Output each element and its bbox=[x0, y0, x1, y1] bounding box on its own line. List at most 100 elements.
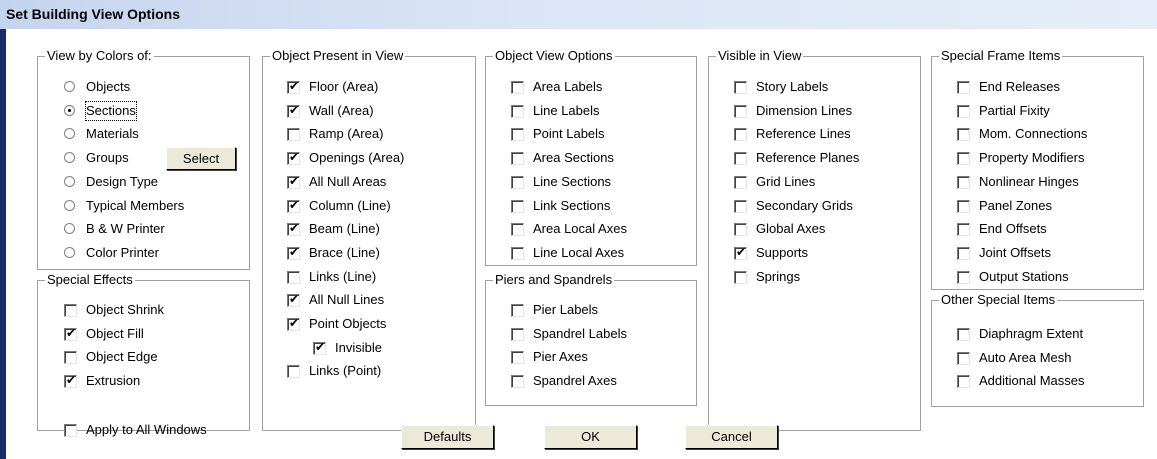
checkbox-box[interactable] bbox=[64, 304, 77, 317]
checkbox-box[interactable] bbox=[64, 351, 77, 364]
checkbox-box[interactable] bbox=[957, 246, 970, 260]
checkbox-box[interactable] bbox=[957, 351, 970, 365]
checkbox-label: Area Local Axes bbox=[533, 221, 627, 237]
checkbox-box[interactable] bbox=[957, 175, 970, 189]
checkbox-box[interactable] bbox=[957, 81, 970, 94]
group-title: Piers and Spandrels bbox=[493, 272, 615, 288]
checkbox-box[interactable] bbox=[734, 270, 747, 284]
radio-label: Color Printer bbox=[86, 244, 159, 260]
checkbox-label: Line Sections bbox=[533, 173, 612, 189]
checkbox-box[interactable] bbox=[287, 221, 300, 237]
checkbox-label: Global Axes bbox=[756, 221, 826, 237]
button-label: Select bbox=[182, 151, 220, 166]
radio-button[interactable] bbox=[64, 104, 75, 116]
radio-button[interactable] bbox=[64, 199, 75, 211]
checkbox-box[interactable] bbox=[511, 175, 524, 189]
checkbox-box[interactable] bbox=[64, 326, 77, 341]
checkbox-label: Invisible bbox=[335, 339, 382, 355]
checkbox-box[interactable] bbox=[287, 198, 300, 213]
checkbox-box[interactable] bbox=[734, 199, 747, 213]
checkbox-box[interactable] bbox=[957, 328, 970, 341]
checkbox-label: All Null Areas bbox=[309, 173, 387, 189]
checkbox-box[interactable] bbox=[957, 152, 970, 166]
checkbox-label: Diaphragm Extent bbox=[979, 326, 1084, 341]
checkbox-box[interactable] bbox=[734, 104, 747, 118]
checkbox-box[interactable] bbox=[511, 223, 524, 237]
checkbox-box[interactable] bbox=[287, 270, 300, 284]
checkbox-box[interactable] bbox=[511, 104, 524, 118]
checkbox-box[interactable] bbox=[957, 270, 970, 284]
checkbox-box[interactable] bbox=[287, 365, 300, 379]
checkbox-label: Links (Point) bbox=[309, 363, 382, 379]
checkbox-box[interactable] bbox=[287, 150, 300, 166]
checkbox-box[interactable] bbox=[313, 340, 326, 355]
checkbox-label: Line Local Axes bbox=[533, 244, 625, 260]
checkbox-box[interactable] bbox=[287, 174, 300, 189]
checkbox-label: All Null Lines bbox=[309, 292, 385, 308]
checkbox-box[interactable] bbox=[957, 199, 970, 213]
checkbox-box[interactable] bbox=[287, 316, 300, 331]
radio-button[interactable] bbox=[64, 175, 75, 187]
checkbox-box[interactable] bbox=[287, 103, 300, 118]
checkbox-box[interactable] bbox=[287, 292, 300, 308]
checkbox-box[interactable] bbox=[511, 81, 524, 94]
checkbox-box[interactable] bbox=[511, 304, 524, 317]
checkbox-box[interactable] bbox=[734, 245, 747, 260]
cancel-button[interactable]: Cancel bbox=[685, 425, 778, 449]
checkbox-box[interactable] bbox=[511, 199, 524, 213]
checkbox-label: Spandrel Axes bbox=[533, 372, 617, 388]
checkbox-box[interactable] bbox=[511, 327, 524, 341]
radio-label: B & W Printer bbox=[86, 221, 165, 237]
checkbox-box[interactable] bbox=[957, 128, 970, 142]
checkbox-label: End Releases bbox=[979, 79, 1060, 94]
group-title: Other Special Items bbox=[939, 292, 1058, 308]
checkbox-label: Reference Planes bbox=[756, 150, 860, 166]
radio-button[interactable] bbox=[64, 246, 75, 258]
checkbox-box[interactable] bbox=[734, 81, 747, 94]
checkbox-box[interactable] bbox=[511, 351, 524, 364]
checkbox-box[interactable] bbox=[64, 424, 77, 437]
checkbox-box[interactable] bbox=[734, 128, 747, 142]
checkbox-label: Pier Labels bbox=[533, 302, 599, 317]
checkbox-box[interactable] bbox=[287, 79, 300, 94]
checkbox-label: Panel Zones bbox=[979, 197, 1052, 213]
checkbox-box[interactable] bbox=[511, 128, 524, 142]
checkbox-label: Grid Lines bbox=[756, 173, 816, 189]
checkbox-box[interactable] bbox=[64, 373, 77, 388]
checkbox-box[interactable] bbox=[734, 152, 747, 166]
checkbox-label: Area Sections bbox=[533, 150, 614, 166]
defaults-button[interactable]: Defaults bbox=[401, 425, 494, 449]
checkbox-label: Spandrel Labels bbox=[533, 325, 627, 341]
radio-label: Groups bbox=[86, 150, 129, 166]
group-title: Object Present in View bbox=[270, 48, 406, 64]
checkbox-box[interactable] bbox=[734, 223, 747, 237]
checkbox-label: Nonlinear Hinges bbox=[979, 173, 1079, 189]
checkbox-label: Pier Axes bbox=[533, 349, 588, 364]
checkbox-box[interactable] bbox=[511, 374, 524, 388]
checkbox-label: Output Stations bbox=[979, 268, 1069, 284]
groups-select-button[interactable]: Select bbox=[166, 147, 236, 170]
checkbox-box[interactable] bbox=[957, 104, 970, 118]
button-label: Cancel bbox=[711, 429, 752, 444]
checkbox-box[interactable] bbox=[734, 175, 747, 189]
checkbox-label: Object Edge bbox=[86, 349, 158, 364]
checkbox-label: Ramp (Area) bbox=[309, 126, 384, 142]
checkbox-box[interactable] bbox=[511, 246, 524, 260]
checkbox-box[interactable] bbox=[287, 245, 300, 260]
checkbox-box[interactable] bbox=[957, 375, 970, 388]
checkbox-label: Joint Offsets bbox=[979, 244, 1052, 260]
checkbox-label: Object Shrink bbox=[86, 302, 165, 317]
title-bar: Set Building View Options bbox=[0, 0, 1157, 29]
checkbox-label: Secondary Grids bbox=[756, 197, 853, 213]
checkbox-box[interactable] bbox=[287, 128, 300, 142]
checkbox-label: Area Labels bbox=[533, 79, 603, 94]
radio-button[interactable] bbox=[64, 81, 75, 92]
ok-button[interactable]: OK bbox=[544, 425, 637, 449]
checkbox-label: Point Objects bbox=[309, 316, 387, 331]
checkbox-box[interactable] bbox=[511, 152, 524, 166]
checkbox-label: Wall (Area) bbox=[309, 102, 374, 118]
checkbox-box[interactable] bbox=[957, 223, 970, 237]
group-title: Special Effects bbox=[45, 272, 135, 288]
checkbox-label: Partial Fixity bbox=[979, 102, 1050, 118]
checkbox-label: Links (Line) bbox=[309, 268, 377, 284]
